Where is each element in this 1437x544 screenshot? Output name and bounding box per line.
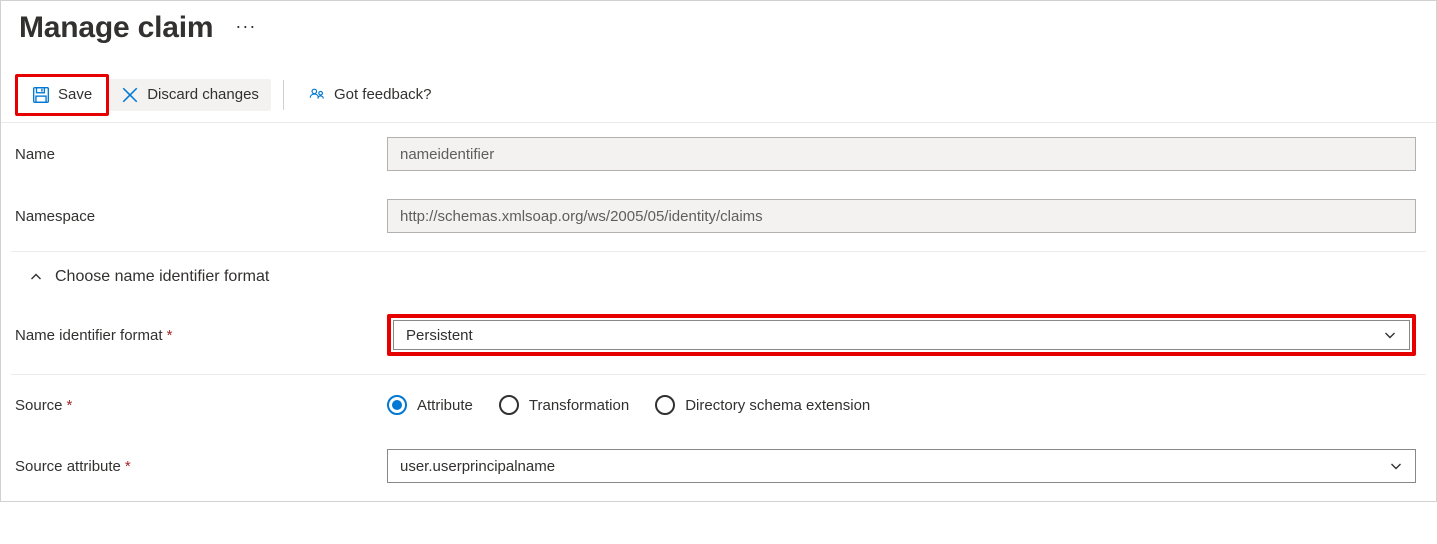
discard-label: Discard changes [147,86,259,103]
namespace-label: Namespace [15,208,387,225]
chevron-down-icon [1383,328,1397,342]
save-label: Save [58,86,92,103]
more-actions-button[interactable]: ··· [235,16,256,37]
chevron-up-icon [29,270,43,284]
toolbar-separator [283,80,284,110]
radio-icon [655,395,675,415]
radio-attribute[interactable]: Attribute [387,395,473,415]
radio-directory[interactable]: Directory schema extension [655,395,870,415]
radio-icon [499,395,519,415]
source-label: Source* [15,397,387,414]
save-icon [32,86,50,104]
feedback-icon [308,86,326,104]
namespace-input[interactable] [387,199,1416,233]
close-icon [121,86,139,104]
source-attr-label: Source attribute* [15,458,387,475]
page-title: Manage claim [19,11,213,45]
collapse-label: Choose name identifier format [55,268,269,286]
source-radio-group: Attribute Transformation Directory schem… [387,395,1416,415]
chevron-down-icon [1389,459,1403,473]
source-attr-select[interactable]: user.userprincipalname [387,449,1416,483]
radio-transformation[interactable]: Transformation [499,395,629,415]
command-bar: Save Discard changes Got feedback? [1,67,1436,123]
collapse-toggle[interactable]: Choose name identifier format [1,252,1436,300]
nif-select[interactable]: Persistent [393,320,1410,350]
page-header: Manage claim ··· [1,1,1436,53]
radio-icon [387,395,407,415]
nif-value: Persistent [406,327,473,344]
name-input[interactable] [387,137,1416,171]
discard-button[interactable]: Discard changes [109,79,271,111]
save-button[interactable]: Save [20,79,104,111]
feedback-label: Got feedback? [334,86,432,103]
name-label: Name [15,146,387,163]
nif-label: Name identifier format* [15,327,387,344]
feedback-button[interactable]: Got feedback? [296,79,444,111]
source-attr-value: user.userprincipalname [400,458,555,475]
